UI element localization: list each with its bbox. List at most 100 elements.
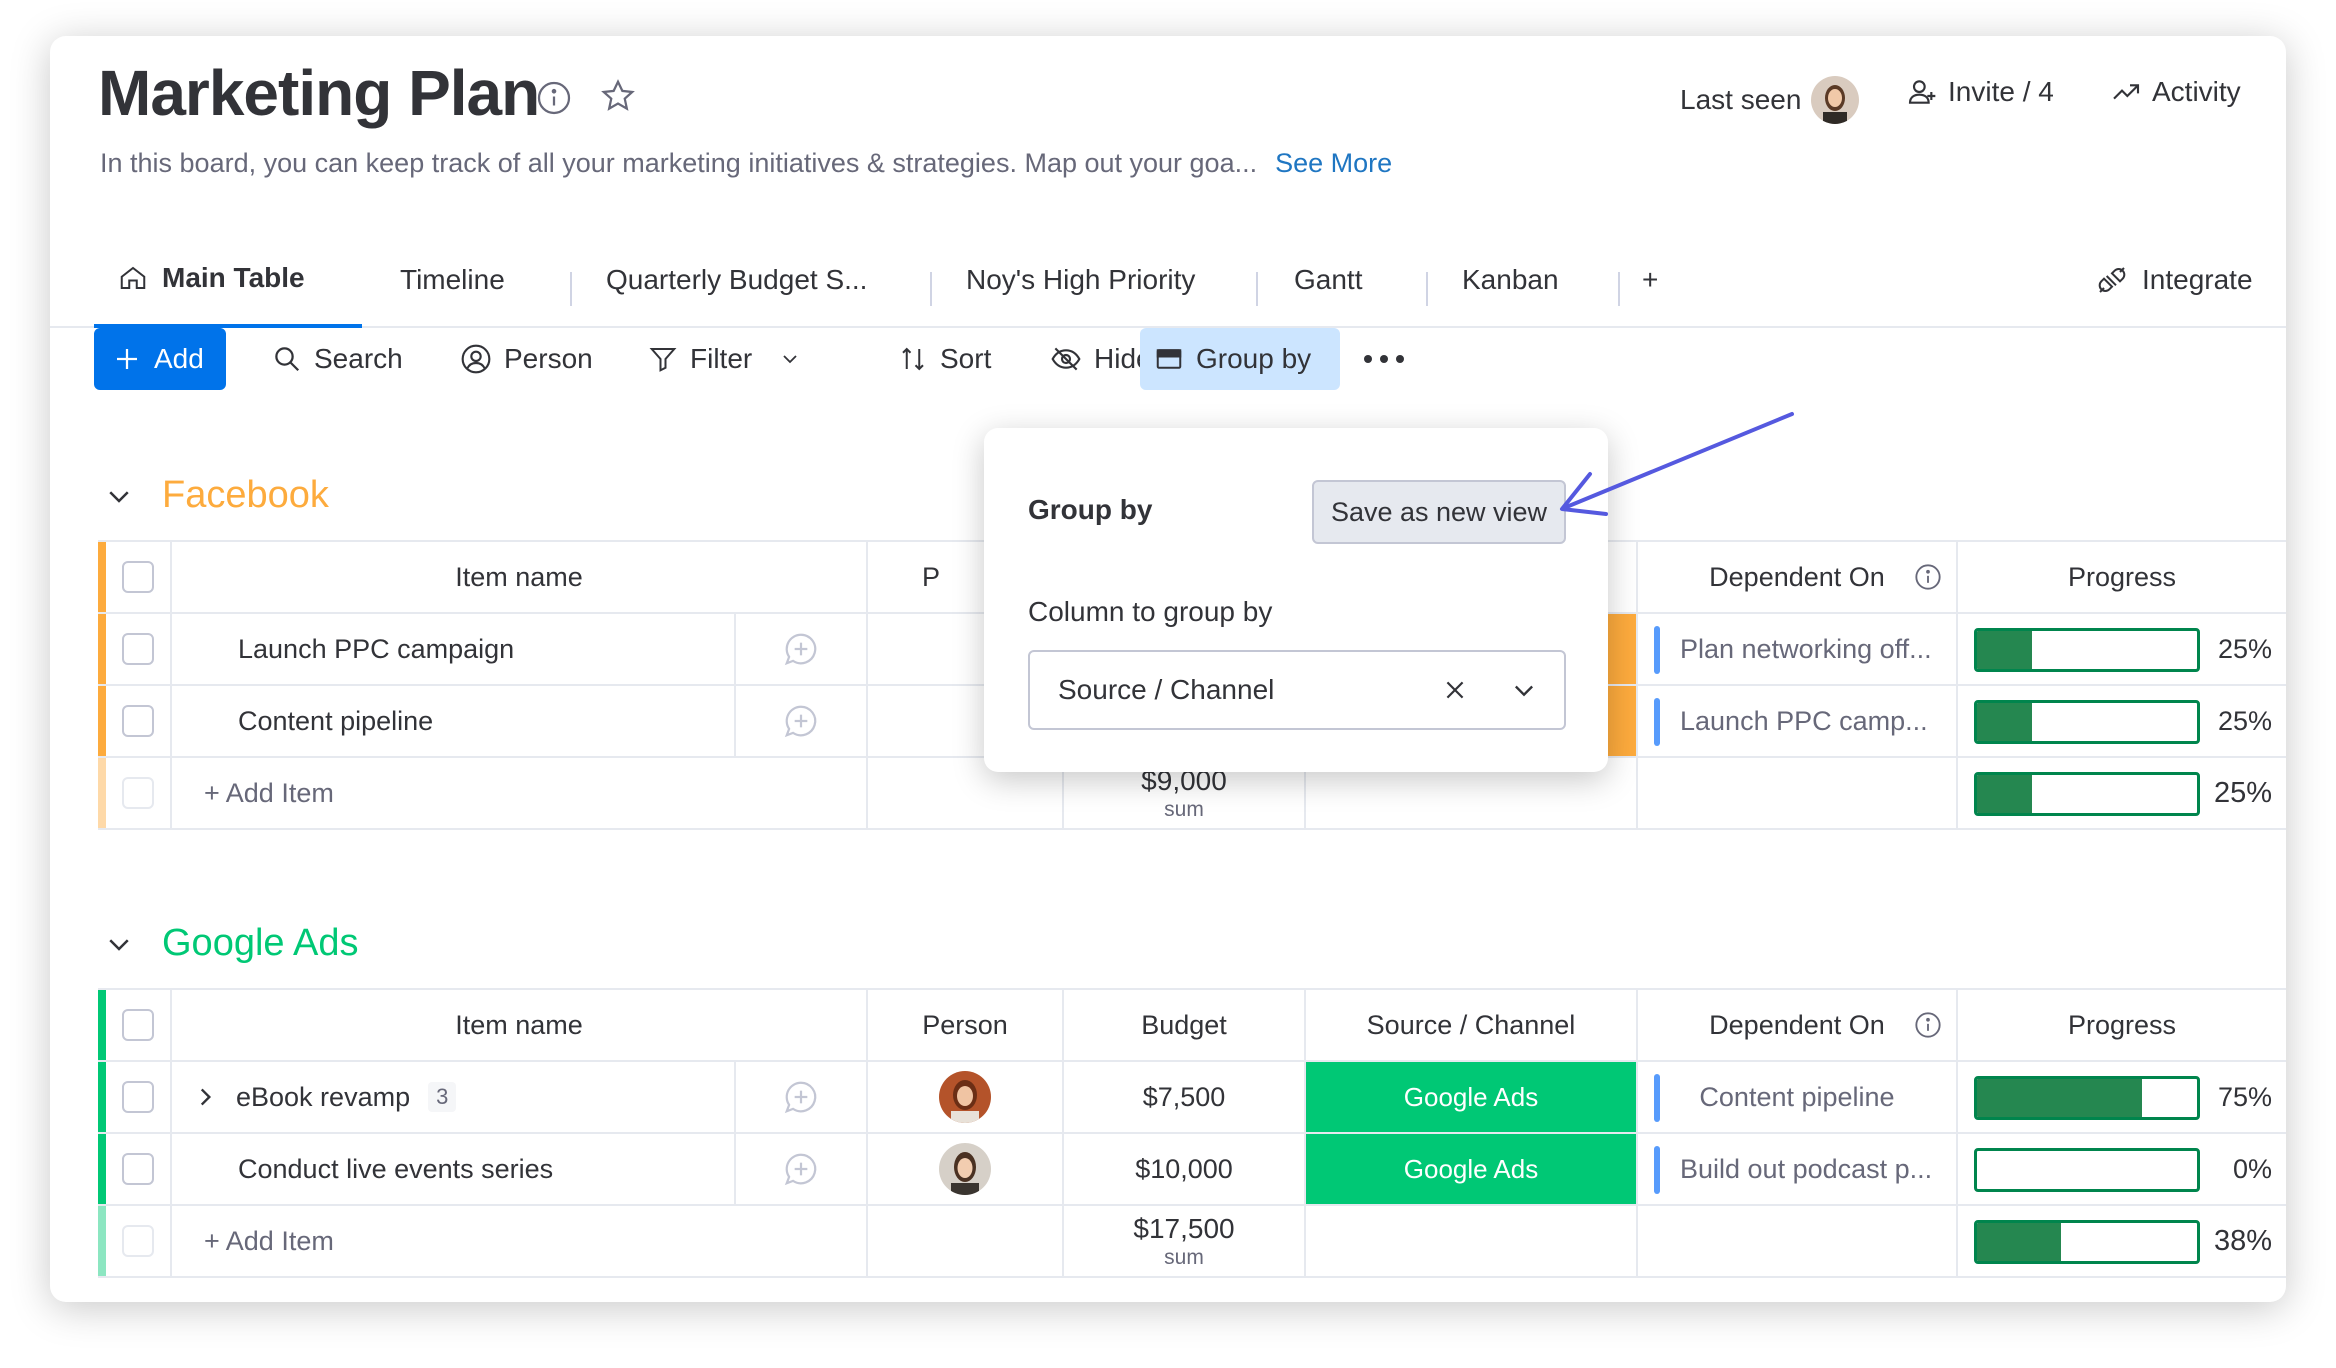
subitems-count-badge[interactable]: 3	[428, 1082, 457, 1112]
last-seen[interactable]: Last seen	[1680, 76, 1860, 124]
chevron-down-icon[interactable]	[104, 929, 134, 959]
dependent-cell[interactable]: Plan networking off...	[1638, 614, 1958, 684]
group-color-bar	[98, 1062, 106, 1132]
tab-timeline[interactable]: Timeline	[400, 232, 505, 328]
add-item-input[interactable]: + Add Item	[172, 758, 868, 828]
chevron-right-icon[interactable]	[192, 1084, 218, 1110]
dependency-marker	[1654, 1146, 1660, 1194]
more-options-button[interactable]	[1348, 328, 1420, 390]
chevron-down-icon[interactable]	[778, 347, 802, 371]
tab-gantt[interactable]: Gantt	[1294, 232, 1362, 328]
group-title[interactable]: Facebook	[162, 474, 329, 517]
tab-main-table[interactable]: Main Table	[94, 232, 362, 328]
info-icon[interactable]	[1914, 1011, 1942, 1039]
add-button[interactable]: Add	[94, 328, 226, 390]
table-row[interactable]: Conduct live events series $10,000 Googl…	[98, 1134, 2286, 1206]
updates-cell[interactable]	[736, 686, 868, 756]
item-name-cell[interactable]: Content pipeline	[172, 686, 736, 756]
group-header-facebook[interactable]: Facebook	[104, 474, 329, 517]
column-header-item[interactable]: Item name	[172, 990, 868, 1060]
dependency-marker	[1654, 626, 1660, 674]
sort-button[interactable]: Sort	[884, 328, 1005, 390]
add-user-icon	[1908, 80, 1936, 104]
filter-button[interactable]: Filter	[634, 328, 816, 390]
chevron-down-icon[interactable]	[104, 481, 134, 511]
group-color-bar	[98, 1206, 106, 1276]
tab-kanban[interactable]: Kanban	[1462, 232, 1559, 328]
select-all-checkbox[interactable]	[122, 1009, 154, 1041]
budget-cell[interactable]: $10,000	[1064, 1134, 1306, 1204]
info-icon[interactable]	[1914, 563, 1942, 591]
progress-value: 0%	[2232, 1153, 2272, 1184]
progress-total-value: 38%	[2213, 1224, 2272, 1257]
column-header-source[interactable]: Source / Channel	[1306, 990, 1638, 1060]
source-cell[interactable]: Google Ads	[1306, 1134, 1638, 1204]
activity-label: Activity	[2152, 76, 2241, 107]
tab-noys-high-priority[interactable]: Noy's High Priority	[966, 232, 1195, 328]
column-header-item[interactable]: Item name	[172, 542, 868, 612]
budget-sum-label: sum	[1164, 797, 1204, 821]
updates-cell[interactable]	[736, 614, 868, 684]
item-name-cell[interactable]: eBook revamp 3	[172, 1062, 736, 1132]
add-update-icon[interactable]	[782, 1078, 820, 1116]
progress-cell: 0%	[1958, 1134, 2286, 1204]
source-cell[interactable]: Google Ads	[1306, 1062, 1638, 1132]
group-color-bar	[98, 1134, 106, 1204]
board-title[interactable]: Marketing Plan	[98, 56, 540, 130]
group-header-google-ads[interactable]: Google Ads	[104, 922, 358, 965]
tab-quarterly-budget[interactable]: Quarterly Budget S...	[606, 232, 867, 328]
save-as-new-view-button[interactable]: Save as new view	[1312, 480, 1566, 544]
person-filter-button[interactable]: Person	[446, 328, 607, 390]
column-header-progress[interactable]: Progress	[1958, 990, 2286, 1060]
sort-icon	[902, 347, 924, 371]
person-cell[interactable]	[868, 1062, 1064, 1132]
progress-fill	[1977, 631, 2032, 669]
integrate-icon	[2098, 267, 2126, 293]
item-name-cell[interactable]: Launch PPC campaign	[172, 614, 736, 684]
dependent-cell[interactable]: Content pipeline	[1638, 1062, 1958, 1132]
add-update-icon[interactable]	[782, 702, 820, 740]
avatar	[939, 1071, 991, 1123]
row-checkbox[interactable]	[122, 1153, 154, 1185]
info-icon[interactable]	[536, 80, 572, 116]
column-header-budget[interactable]: Budget	[1064, 990, 1306, 1060]
group-by-button[interactable]: Group by	[1140, 328, 1340, 390]
activity-button[interactable]: Activity	[2110, 76, 2241, 108]
progress-cell: 25%	[1958, 686, 2286, 756]
integrate-button[interactable]: Integrate	[2096, 232, 2253, 328]
row-checkbox[interactable]	[122, 633, 154, 665]
row-checkbox[interactable]	[122, 1081, 154, 1113]
column-header-dependent[interactable]: Dependent On	[1638, 990, 1958, 1060]
dependent-cell[interactable]: Launch PPC camp...	[1638, 686, 1958, 756]
avatar	[939, 1143, 991, 1195]
dependent-header-label: Dependent On	[1709, 561, 1885, 592]
dependent-cell[interactable]: Build out podcast p...	[1638, 1134, 1958, 1204]
item-name-cell[interactable]: Conduct live events series	[172, 1134, 736, 1204]
clear-icon[interactable]	[1442, 677, 1468, 703]
updates-cell[interactable]	[736, 1062, 868, 1132]
updates-cell[interactable]	[736, 1134, 868, 1204]
row-select-cell	[106, 614, 172, 684]
group-title[interactable]: Google Ads	[162, 922, 358, 965]
table-row[interactable]: eBook revamp 3 $7,500 Google Ads Content…	[98, 1062, 2286, 1134]
budget-sum-label: sum	[1164, 1245, 1204, 1269]
search-button[interactable]: Search	[258, 328, 417, 390]
add-update-icon[interactable]	[782, 1150, 820, 1188]
invite-button[interactable]: Invite / 4	[1906, 76, 2054, 108]
row-checkbox[interactable]	[122, 705, 154, 737]
last-seen-label: Last seen	[1680, 84, 1802, 115]
progress-fill	[1977, 1223, 2061, 1261]
column-header-person[interactable]: Person	[868, 990, 1064, 1060]
add-item-input[interactable]: + Add Item	[172, 1206, 868, 1276]
select-all-checkbox[interactable]	[122, 561, 154, 593]
see-more-link[interactable]: See More	[1275, 148, 1392, 178]
budget-cell[interactable]: $7,500	[1064, 1062, 1306, 1132]
star-icon[interactable]	[600, 78, 636, 114]
column-header-progress[interactable]: Progress	[1958, 542, 2286, 612]
column-header-dependent[interactable]: Dependent On	[1638, 542, 1958, 612]
chevron-down-icon[interactable]	[1510, 676, 1538, 704]
person-cell[interactable]	[868, 1134, 1064, 1204]
add-view-button[interactable]: +	[1642, 232, 1658, 328]
group-by-column-select[interactable]: Source / Channel	[1028, 650, 1566, 730]
add-update-icon[interactable]	[782, 630, 820, 668]
